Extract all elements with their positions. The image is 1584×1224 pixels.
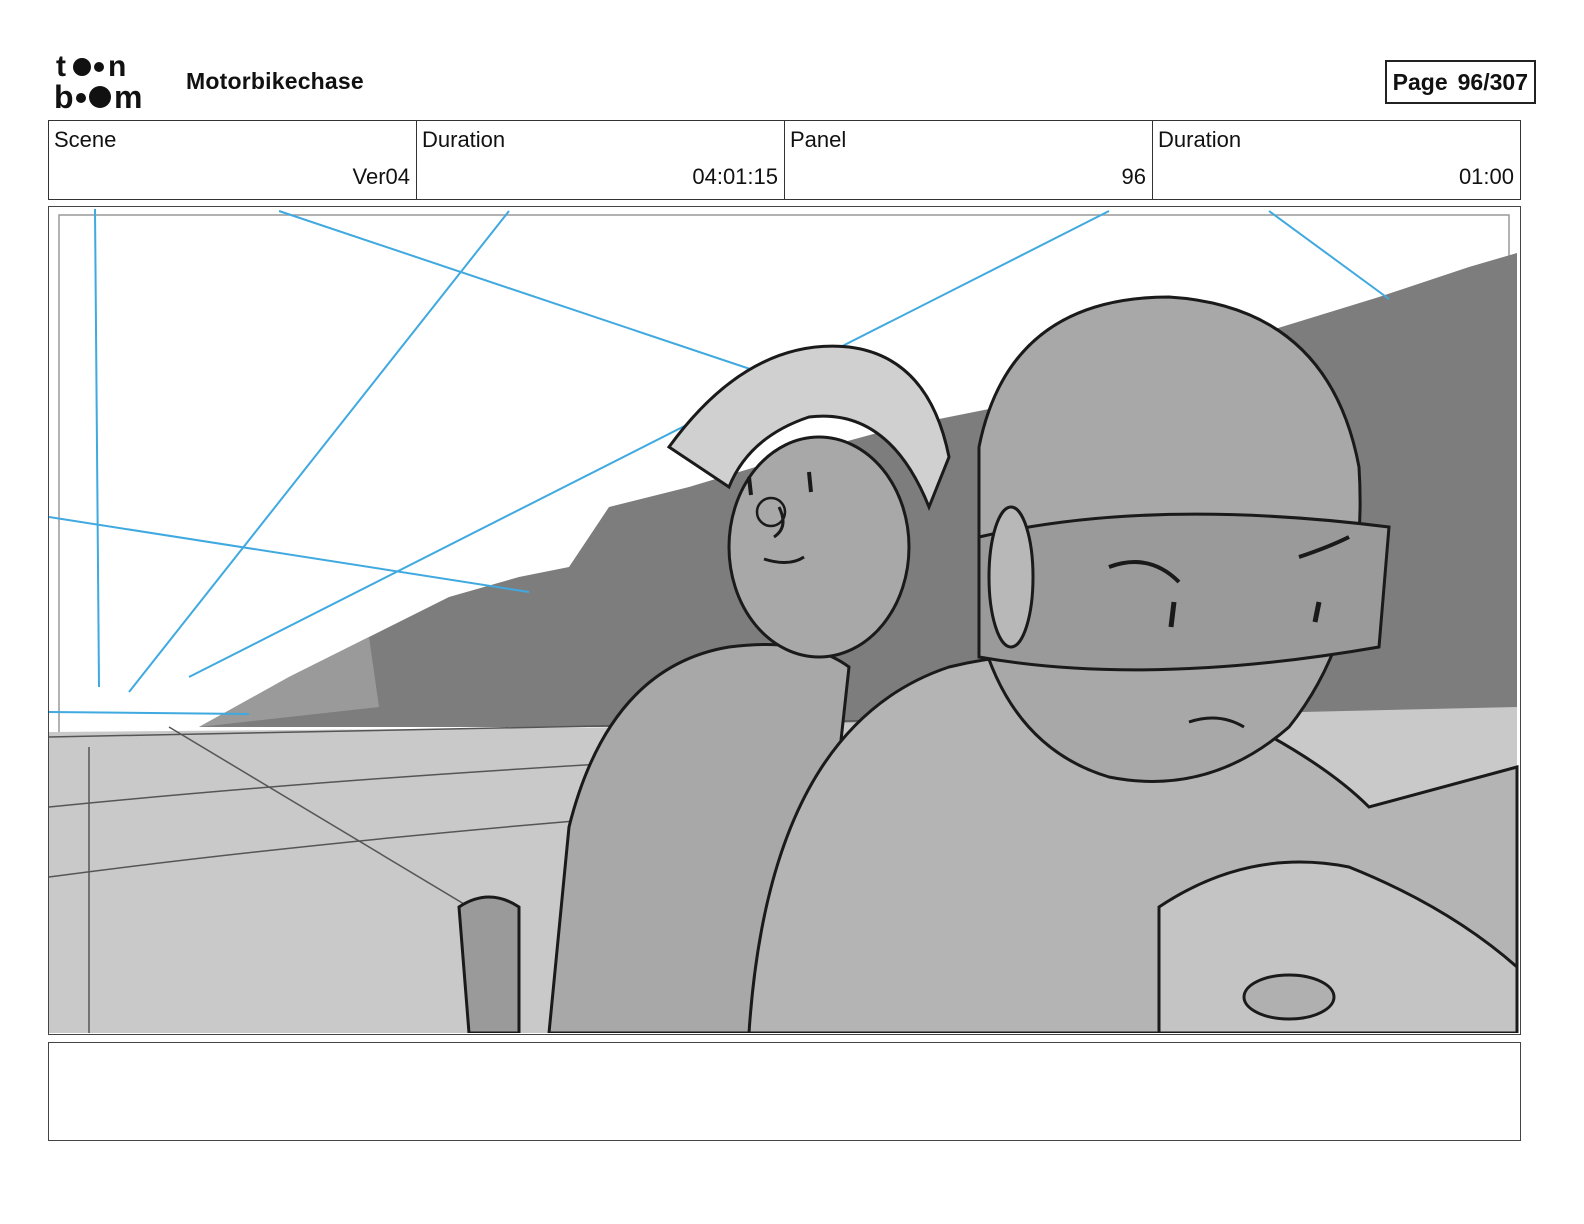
- page-header: t n b m Motorbikechase Page 96/307: [50, 50, 1536, 114]
- storyboard-panel: [48, 206, 1521, 1035]
- svg-text:b: b: [54, 79, 74, 110]
- storyboard-sketch: [49, 208, 1519, 1033]
- toon-boom-logo: t n b m: [54, 52, 142, 110]
- panel-duration-cell: Duration 01:00: [1153, 121, 1520, 199]
- scene-cell: Scene Ver04: [49, 121, 417, 199]
- panel-cell: Panel 96: [785, 121, 1153, 199]
- panel-duration-label: Duration: [1158, 127, 1242, 152]
- page-indicator: Page 96/307: [1384, 60, 1536, 104]
- scene-value: Ver04: [352, 164, 411, 189]
- page-label: Page: [1392, 68, 1448, 95]
- panel-label: Panel: [790, 127, 847, 152]
- panel-info-table: Scene Ver04 Duration 04:01:15 Panel 96 D…: [48, 120, 1521, 200]
- scene-label: Scene: [54, 127, 117, 152]
- svg-text:m: m: [114, 79, 142, 110]
- scene-duration-label: Duration: [422, 127, 506, 152]
- project-title: Motorbikechase: [186, 68, 364, 94]
- scene-duration-value: 04:01:15: [692, 164, 778, 189]
- panel-value: 96: [1121, 164, 1146, 189]
- panel-duration-value: 01:00: [1458, 164, 1514, 189]
- scene-duration-cell: Duration 04:01:15: [417, 121, 785, 199]
- panel-notes: [48, 1042, 1521, 1141]
- page-number: 96/307: [1457, 68, 1528, 95]
